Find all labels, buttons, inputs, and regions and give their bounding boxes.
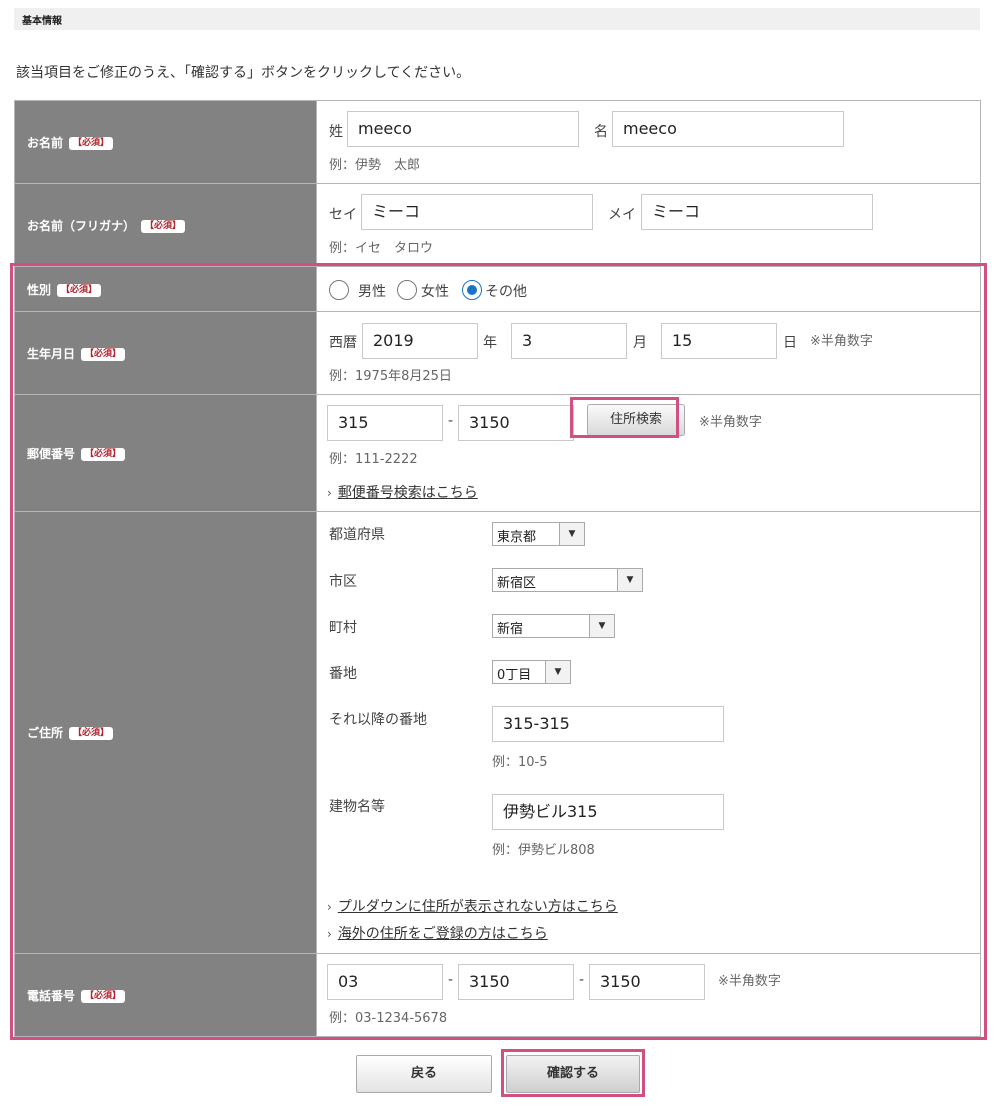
- era-label: 西暦: [329, 335, 357, 351]
- postal-part1-input[interactable]: 315: [327, 405, 443, 441]
- kana-last-label: セイ: [329, 207, 357, 223]
- instruction-text: 該当項目をご修正のうえ、「確認する」ボタンをクリックしてください。: [16, 65, 471, 81]
- profile-form: お名前 【必須】 姓 meeco 名 meeco 例：伊勢 太郎 お名前（フリガナ…: [14, 100, 981, 1037]
- required-badge: 【必須】: [81, 989, 126, 1003]
- name-example: 例：伊勢 太郎: [329, 158, 421, 173]
- radio-female[interactable]: [397, 280, 417, 300]
- day-unit: 日: [783, 335, 797, 351]
- radio-female-label: 女性: [421, 284, 449, 300]
- name-label: お名前 【必須】: [14, 100, 317, 184]
- after-block-example: 例：10-5: [492, 755, 548, 770]
- chevron-down-icon: ▼: [589, 615, 614, 637]
- year-unit: 年: [483, 335, 497, 351]
- month-unit: 月: [633, 335, 647, 351]
- required-badge: 【必須】: [57, 283, 102, 297]
- required-badge: 【必須】: [69, 136, 114, 150]
- prefecture-label: 都道府県: [329, 527, 385, 543]
- after-block-input[interactable]: 315-315: [492, 706, 724, 742]
- postal-note: ※半角数字: [699, 415, 762, 430]
- radio-other[interactable]: [462, 280, 482, 300]
- last-name-label: 姓: [329, 124, 343, 140]
- birth-note: ※半角数字: [810, 334, 873, 349]
- phone-label: 電話番号 【必須】: [14, 953, 317, 1037]
- postal-part2-input[interactable]: 3150: [458, 405, 574, 441]
- postal-search-link[interactable]: › 郵便番号検索はこちら: [327, 482, 478, 502]
- chevron-down-icon: ▼: [617, 569, 642, 591]
- required-badge: 【必須】: [69, 727, 114, 740]
- city-select[interactable]: 新宿区 ▼: [492, 568, 643, 592]
- postal-label: 郵便番号 【必須】: [14, 394, 317, 512]
- radio-male-label: 男性: [358, 284, 386, 300]
- building-label: 建物名等: [329, 799, 385, 815]
- required-badge: 【必須】: [81, 347, 126, 361]
- kana-last-input[interactable]: ミーコ: [361, 194, 593, 230]
- phone-part2-input[interactable]: 3150: [458, 964, 574, 1000]
- kana-first-input[interactable]: ミーコ: [641, 194, 873, 230]
- town-label: 町村: [329, 620, 357, 636]
- phone-cell: 03 - 3150 - 3150 ※半角数字 例：03-1234-5678: [316, 953, 981, 1037]
- back-button[interactable]: 戻る: [356, 1055, 492, 1093]
- block-label: 番地: [329, 666, 357, 682]
- building-example: 例：伊勢ビル808: [492, 843, 595, 858]
- birthdate-cell: 西暦 2019 年 3 月 15 日 ※半角数字 例：1975年8月25日: [316, 311, 981, 395]
- confirm-button[interactable]: 確認する: [506, 1055, 640, 1093]
- radio-other-label: その他: [485, 284, 527, 300]
- name-cell: 姓 meeco 名 meeco 例：伊勢 太郎: [316, 100, 981, 184]
- chevron-down-icon: ▼: [559, 523, 584, 545]
- address-search-button[interactable]: 住所検索: [587, 404, 685, 436]
- postal-example: 例：111-2222: [329, 452, 418, 467]
- chevron-right-icon: ›: [327, 486, 332, 500]
- phone-part3-input[interactable]: 3150: [589, 964, 705, 1000]
- phone-separator-1: -: [448, 972, 454, 988]
- kana-cell: セイ ミーコ メイ ミーコ 例：イセ タロウ: [316, 183, 981, 267]
- birth-day-input[interactable]: 15: [661, 323, 777, 359]
- first-name-label: 名: [594, 124, 608, 140]
- gender-cell: 男性 女性 その他: [316, 266, 981, 312]
- birth-year-input[interactable]: 2019: [362, 323, 478, 359]
- postal-separator: -: [448, 413, 454, 429]
- chevron-right-icon: ›: [327, 927, 332, 941]
- address-cell: 都道府県 東京都 ▼ 市区 新宿区 ▼ 町村 新宿 ▼ 番地 0丁目 ▼ それ以降の番地…: [316, 511, 981, 954]
- kana-label: お名前（フリガナ） 【必須】: [14, 183, 317, 267]
- phone-part1-input[interactable]: 03: [327, 964, 443, 1000]
- prefecture-select[interactable]: 東京都 ▼: [492, 522, 585, 546]
- birth-example: 例：1975年8月25日: [329, 369, 452, 384]
- birth-month-input[interactable]: 3: [511, 323, 627, 359]
- section-header: 基本情報: [14, 8, 980, 30]
- phone-separator-2: -: [579, 972, 585, 988]
- town-select[interactable]: 新宿 ▼: [492, 614, 615, 638]
- required-badge: 【必須】: [141, 219, 186, 233]
- radio-male[interactable]: [329, 280, 349, 300]
- overseas-address-link[interactable]: › 海外の住所をご登録の方はこちら: [327, 923, 548, 943]
- postal-cell: 315 - 3150 住所検索 ※半角数字 例：111-2222 › 郵便番号検索…: [316, 394, 981, 512]
- city-label: 市区: [329, 574, 357, 590]
- after-block-label: それ以降の番地: [329, 712, 427, 728]
- kana-example: 例：イセ タロウ: [329, 241, 434, 256]
- phone-example: 例：03-1234-5678: [329, 1011, 448, 1026]
- section-title: 基本情報: [22, 16, 62, 27]
- building-input[interactable]: 伊勢ビル315: [492, 794, 724, 830]
- phone-note: ※半角数字: [718, 974, 781, 989]
- address-label: ご住所 【必須】: [14, 511, 317, 954]
- no-pulldown-address-link[interactable]: › プルダウンに住所が表示されない方はこちら: [327, 896, 618, 916]
- gender-label: 性別 【必須】: [14, 266, 317, 312]
- chevron-right-icon: ›: [327, 900, 332, 914]
- kana-first-label: メイ: [608, 207, 636, 223]
- required-badge: 【必須】: [81, 447, 126, 461]
- birthdate-label: 生年月日 【必須】: [14, 311, 317, 395]
- chevron-down-icon: ▼: [545, 661, 570, 683]
- first-name-input[interactable]: meeco: [612, 111, 844, 147]
- block-select[interactable]: 0丁目 ▼: [492, 660, 571, 684]
- last-name-input[interactable]: meeco: [347, 111, 579, 147]
